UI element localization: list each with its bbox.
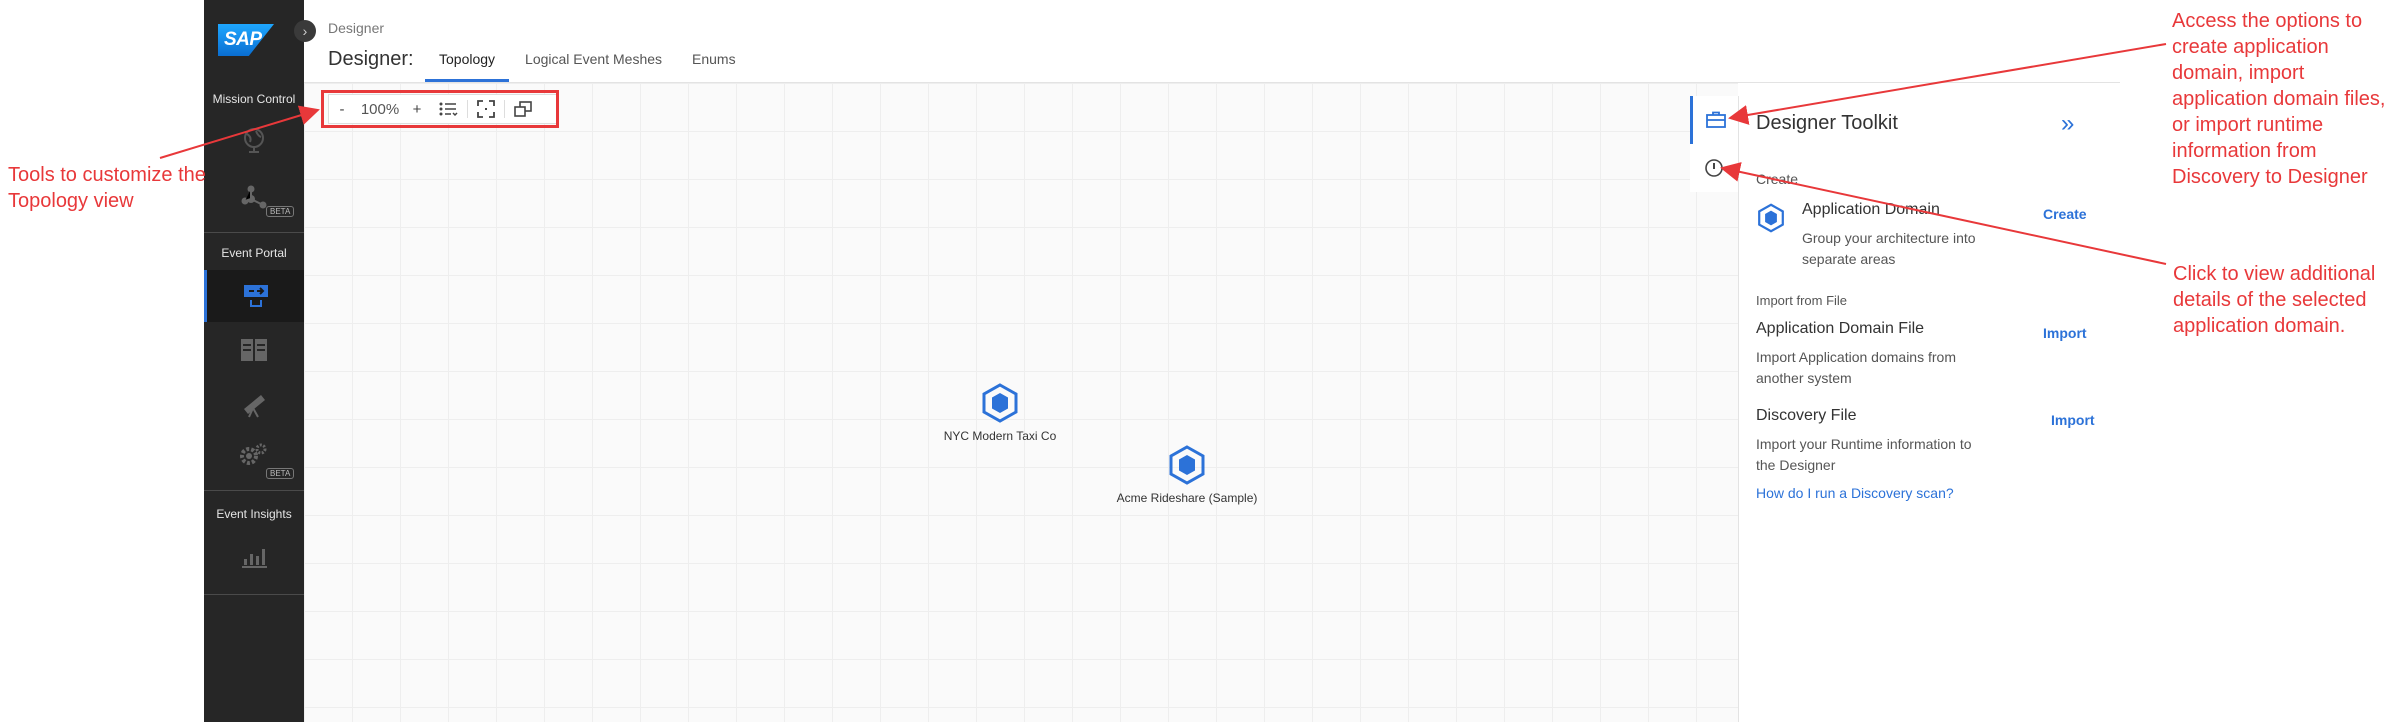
section-label-mission-control: Mission Control <box>212 92 296 106</box>
telescope-icon <box>244 395 265 418</box>
app-domain-file-desc: Import Application domains from another … <box>1756 349 1956 386</box>
bar-chart-icon <box>242 549 267 568</box>
sidebar-item-globe[interactable] <box>204 114 304 166</box>
section-label-event-insights: Event Insights <box>216 507 292 521</box>
hexagon-icon <box>1169 445 1205 485</box>
topology-canvas[interactable]: - 100% + NYC Modern Taxi Co Acme Ridesha… <box>304 83 1738 722</box>
tab-enums[interactable]: Enums <box>678 47 750 82</box>
app-domain-title: Application Domain <box>1802 201 1940 218</box>
sidebar-item-insights[interactable] <box>204 530 304 582</box>
sidebar-item-explorer[interactable] <box>204 378 304 430</box>
domain-node-label: NYC Modern Taxi Co <box>943 429 1057 443</box>
sidebar-divider <box>204 232 304 233</box>
sidebar-divider <box>204 490 304 491</box>
breadcrumb[interactable]: Designer <box>328 20 384 36</box>
toolkit-tab-button[interactable] <box>1690 96 1738 144</box>
section-label-event-portal: Event Portal <box>221 246 287 260</box>
tab-topology[interactable]: Topology <box>425 47 510 82</box>
panel-title: Designer Toolkit <box>1756 112 1898 134</box>
domain-node[interactable]: NYC Modern Taxi Co <box>925 383 1075 443</box>
annotation-toolbar: Tools to customize the Topology view <box>8 164 206 212</box>
hexagon-icon <box>1758 203 1784 233</box>
domain-node[interactable]: Acme Rideshare (Sample) <box>1087 445 1287 505</box>
info-icon <box>1705 159 1723 177</box>
app-domain-file-title: Application Domain File <box>1756 320 1925 337</box>
domain-node-label: Acme Rideshare (Sample) <box>1116 491 1258 505</box>
import-section-label: Import from File <box>1756 293 1848 308</box>
discovery-file-desc: Import your Runtime information to the D… <box>1756 436 1972 473</box>
tab-logical-event-meshes[interactable]: Logical Event Meshes <box>511 47 676 82</box>
import-discovery-button[interactable]: Import <box>2051 412 2095 428</box>
toolkit-rail <box>1690 96 1739 192</box>
catalog-icon <box>241 339 267 361</box>
sidebar-item-catalog[interactable] <box>204 324 304 376</box>
sap-logo: SAP <box>218 24 274 56</box>
app-domain-desc: Group your architecture into separate ar… <box>1802 230 1976 267</box>
beta-badge: BETA <box>266 468 295 479</box>
globe-icon <box>244 128 264 153</box>
details-tab-button[interactable] <box>1690 144 1738 192</box>
sidebar-divider <box>204 594 304 595</box>
toolbar-highlight <box>321 90 559 128</box>
annotation-details: Click to view additional details of the … <box>2173 263 2376 337</box>
sidebar-item-designer[interactable] <box>204 270 304 322</box>
sidebar-collapse-button[interactable]: › <box>294 20 316 42</box>
page-title: Designer: <box>328 48 414 70</box>
briefcase-icon <box>1705 111 1726 128</box>
beta-badge: BETA <box>266 206 295 217</box>
import-app-domain-button[interactable]: Import <box>2043 325 2087 341</box>
tab-bar: Topology Logical Event Meshes Enums <box>425 47 752 82</box>
discovery-help-link[interactable]: How do I run a Discovery scan? <box>1756 485 1954 501</box>
designer-toolkit-panel: Designer Toolkit » Create Application Do… <box>1738 96 2121 722</box>
double-chevron-right-icon[interactable]: » <box>2061 110 2074 138</box>
designer-icon <box>243 285 268 307</box>
sidebar-item-runtime[interactable]: BETA <box>204 432 304 484</box>
hexagon-icon <box>982 383 1018 423</box>
sidebar: SAP › Mission Control BETA Event Portal <box>204 0 316 722</box>
create-section-label: Create <box>1756 171 1799 187</box>
create-app-domain-button[interactable]: Create <box>2043 206 2087 222</box>
sidebar-item-mesh[interactable]: BETA <box>204 172 304 224</box>
annotation-toolkit: Access the options to create application… <box>2172 10 2386 188</box>
discovery-file-title: Discovery File <box>1756 407 1857 424</box>
